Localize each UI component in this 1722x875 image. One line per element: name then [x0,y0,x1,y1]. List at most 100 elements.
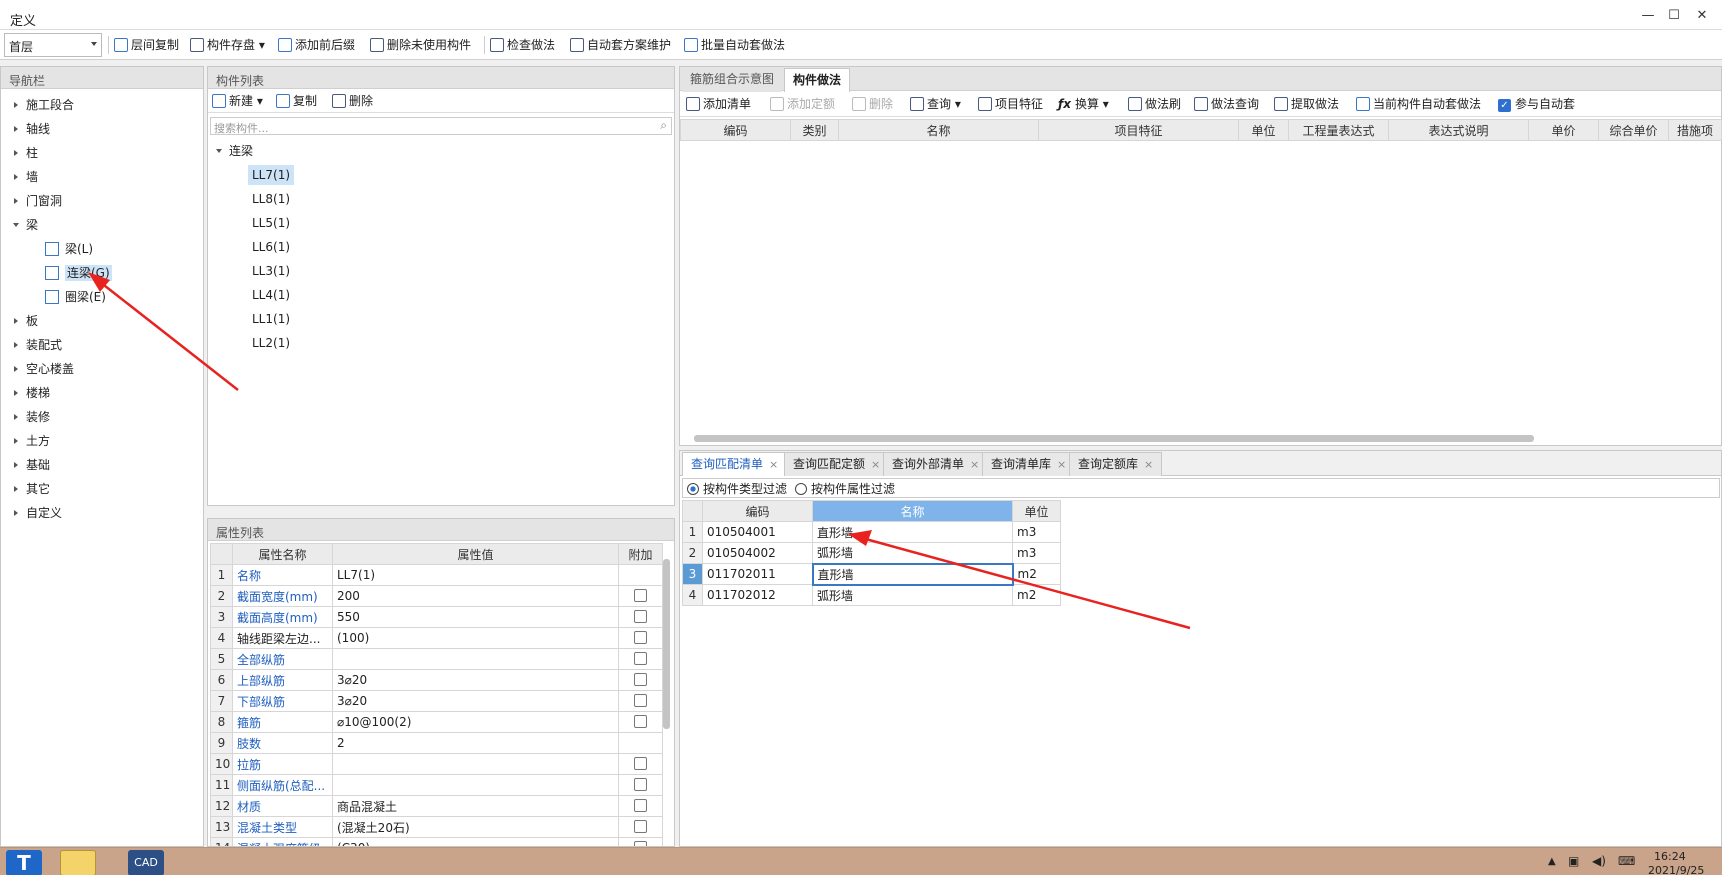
convert-button[interactable]: ƒx 换算 ▾ [1058,95,1109,115]
component-group-link-beam[interactable]: 连梁 [212,141,253,161]
close-icon[interactable]: × [871,458,880,471]
attach-checkbox[interactable] [634,673,647,686]
clock-time[interactable]: 16:24 [1654,850,1686,863]
component-search[interactable]: 搜索构件... ⌕ [210,117,672,135]
attach-checkbox[interactable] [634,778,647,791]
extract-method-button[interactable]: 提取做法 [1274,95,1339,115]
property-row[interactable]: 11 侧面纵筋(总配... [210,774,663,796]
nav-item-link-beam[interactable]: 连梁(G) [45,263,112,283]
property-row[interactable]: 10 拉筋 [210,753,663,775]
table-row[interactable]: 4 011702012 弧形墙 m2 [682,584,1061,606]
nav-item-axis[interactable]: 轴线 [1,119,50,139]
attach-checkbox[interactable] [634,757,647,770]
cad-icon[interactable]: CAD [128,850,164,875]
nav-item-column[interactable]: 柱 [1,143,38,163]
tab-component-method[interactable]: 构件做法 [784,68,851,92]
component-item[interactable]: LL3(1) [248,261,294,281]
property-row[interactable]: 4 轴线距梁左边... (100) [210,627,663,649]
component-item[interactable]: LL7(1) [248,165,295,185]
minimize-icon[interactable]: — [1640,9,1656,23]
network-icon[interactable]: ▣ [1568,854,1579,868]
attach-checkbox[interactable] [634,652,647,665]
tab-query-match-quota[interactable]: 查询匹配定额 × [784,452,890,476]
component-item[interactable]: LL1(1) [248,309,294,329]
delete-unused-button[interactable]: 删除未使用构件 [370,36,471,56]
input-icon[interactable]: ⌨ [1618,854,1635,868]
close-icon[interactable]: × [1144,458,1153,471]
nav-item-opening[interactable]: 门窗洞 [1,191,62,211]
clock-date[interactable]: 2021/9/25 [1648,864,1704,875]
nav-item-ring-beam[interactable]: 圈梁(E) [45,287,106,307]
volume-icon[interactable]: ◀) [1592,854,1606,868]
attach-checkbox[interactable] [634,715,647,728]
property-row[interactable]: 1 名称 LL7(1) [210,564,663,586]
property-row[interactable]: 7 下部纵筋 3⌀20 [210,690,663,712]
floor-select[interactable]: 首层 [4,33,102,57]
component-item[interactable]: LL4(1) [248,285,294,305]
batch-auto-method-button[interactable]: 批量自动套做法 [684,36,785,56]
delete-component-button[interactable]: 删除 [332,92,373,112]
current-auto-method-button[interactable]: 当前构件自动套做法 [1356,95,1481,115]
add-prefix-suffix-button[interactable]: 添加前后缀 [278,36,355,56]
tab-query-match-list[interactable]: 查询匹配清单 × [682,452,788,476]
component-item[interactable]: LL6(1) [248,237,294,257]
method-query-button[interactable]: 做法查询 [1194,95,1259,115]
copy-between-floors-button[interactable]: 层间复制 [114,36,179,56]
method-brush-button[interactable]: 做法刷 [1128,95,1181,115]
nav-item-stairs[interactable]: 楼梯 [1,383,50,403]
property-row[interactable]: 14混凝土强度等级(C30) [210,837,663,846]
attach-checkbox[interactable] [634,610,647,623]
component-item[interactable]: LL8(1) [248,189,294,209]
attach-checkbox[interactable] [634,589,647,602]
close-icon[interactable]: × [1057,458,1066,471]
close-icon[interactable]: × [769,458,778,471]
app-t-icon[interactable]: T [6,850,42,875]
filter-by-type-radio[interactable]: 按构件类型过滤 [687,480,787,500]
nav-item-beam-l[interactable]: 梁(L) [45,239,93,259]
nav-item-decoration[interactable]: 装修 [1,407,50,427]
properties-scrollbar[interactable] [663,559,670,729]
filter-by-attr-radio[interactable]: 按构件属性过滤 [795,480,895,500]
tray-arrow-icon[interactable]: ▲ [1548,856,1556,867]
tab-stirrup-diagram[interactable]: 箍筋组合示意图 [682,68,783,92]
add-quota-button[interactable]: 添加定额 [770,95,835,115]
nav-item-hollow-floor[interactable]: 空心楼盖 [1,359,74,379]
property-row[interactable]: 5 全部纵筋 [210,648,663,670]
nav-item-slab[interactable]: 板 [1,311,38,331]
folder-icon[interactable] [60,850,96,875]
search-icon[interactable]: ⌕ [660,118,667,133]
attach-checkbox[interactable] [634,799,647,812]
table-row[interactable]: 3 011702011 直形墙 m2 [682,562,1061,586]
delete-method-button[interactable]: 删除 [852,95,893,115]
nav-item-earthwork[interactable]: 土方 [1,431,50,451]
maximize-icon[interactable]: ☐ [1666,9,1682,23]
participate-auto-checkbox[interactable]: ✓ 参与自动套 [1498,95,1575,115]
nav-item-custom[interactable]: 自定义 [1,503,62,523]
nav-item-foundation[interactable]: 基础 [1,455,50,475]
close-icon[interactable]: ✕ [1694,9,1710,23]
property-row[interactable]: 3 截面高度(mm) 550 [210,606,663,628]
attach-checkbox[interactable] [634,694,647,707]
property-row[interactable]: 8 箍筋 ⌀10@100(2) [210,711,663,733]
new-component-button[interactable]: 新建 ▾ [212,92,263,112]
auto-scheme-button[interactable]: 自动套方案维护 [570,36,671,56]
close-icon[interactable]: × [970,458,979,471]
tab-query-quota-library[interactable]: 查询定额库 × [1069,452,1163,476]
nav-item-other[interactable]: 其它 [1,479,50,499]
nav-item-beam[interactable]: 梁 [1,215,38,235]
item-feature-button[interactable]: 项目特征 [978,95,1043,115]
method-hscrollbar[interactable] [694,435,1534,442]
property-row[interactable]: 2 截面宽度(mm) 200 [210,585,663,607]
nav-item-prefab[interactable]: 装配式 [1,335,62,355]
attach-checkbox[interactable] [634,820,647,833]
tab-query-list-library[interactable]: 查询清单库 × [982,452,1076,476]
property-row[interactable]: 13 混凝土类型 (混凝土20石) [210,816,663,838]
tab-query-external-list[interactable]: 查询外部清单 × [883,452,989,476]
property-row[interactable]: 6 上部纵筋 3⌀20 [210,669,663,691]
component-item[interactable]: LL2(1) [248,333,294,353]
component-item[interactable]: LL5(1) [248,213,294,233]
add-list-button[interactable]: 添加清单 [686,95,751,115]
query-button[interactable]: 查询 ▾ [910,95,961,115]
nav-item-wall[interactable]: 墙 [1,167,38,187]
table-row[interactable]: 1 010504001 直形墙 m3 [682,521,1061,543]
